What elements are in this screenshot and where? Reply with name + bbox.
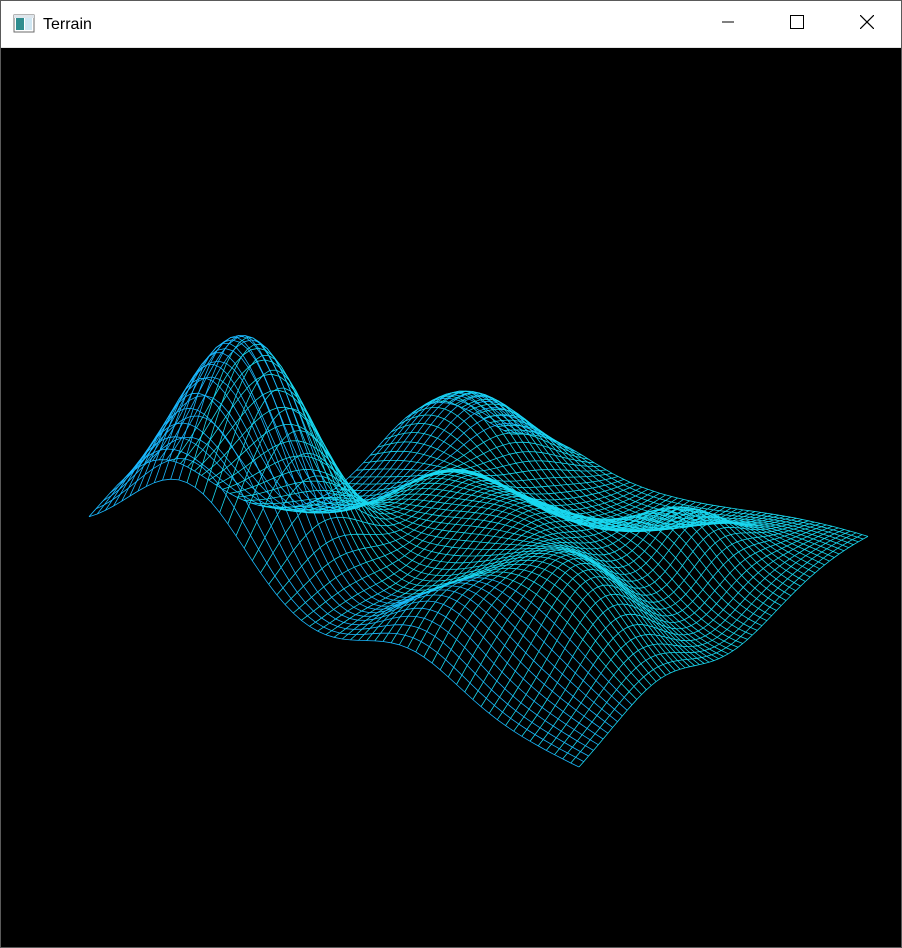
- render-viewport[interactable]: [1, 48, 901, 947]
- minimize-icon: [721, 15, 734, 33]
- close-icon: [859, 14, 874, 34]
- title-bar[interactable]: Terrain: [1, 1, 901, 48]
- close-button[interactable]: [832, 1, 901, 47]
- window-title: Terrain: [43, 16, 92, 33]
- window-app-icon: [13, 14, 35, 34]
- minimize-button[interactable]: [693, 1, 762, 47]
- maximize-button[interactable]: [762, 1, 831, 47]
- terrain-wireframe: [1, 48, 901, 947]
- maximize-icon: [789, 14, 804, 34]
- app-window: Terrain: [0, 0, 902, 948]
